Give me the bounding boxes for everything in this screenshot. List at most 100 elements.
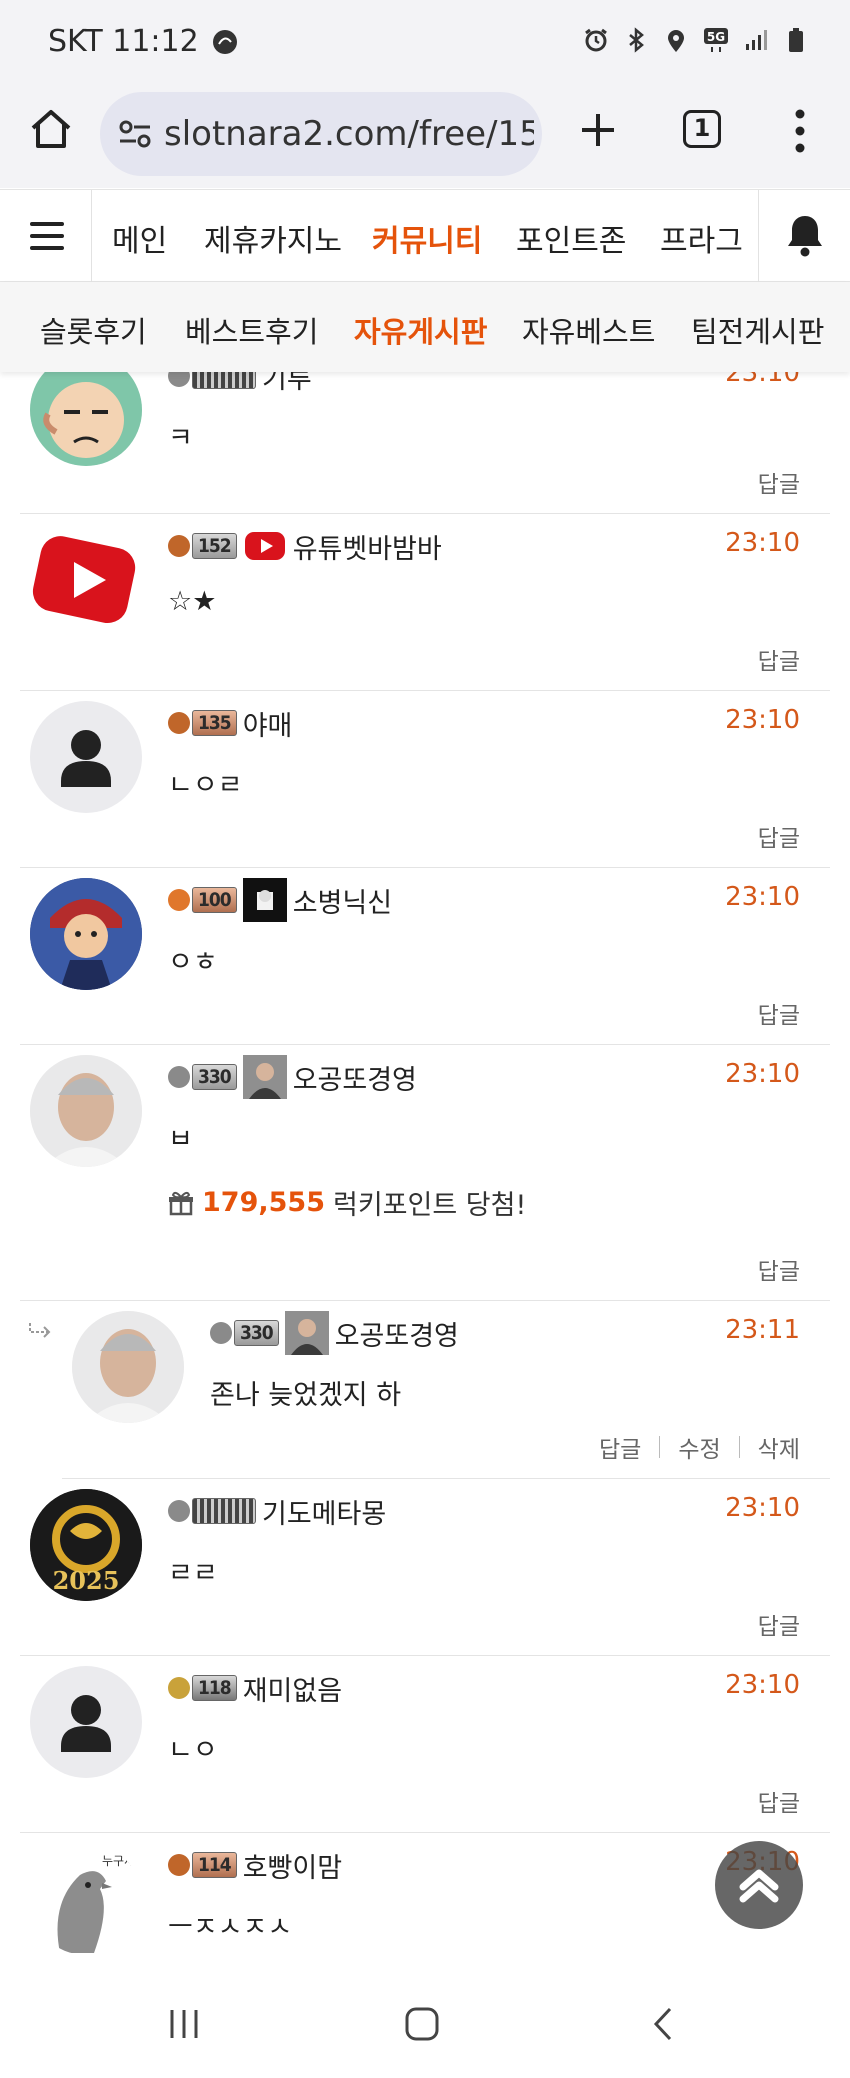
comment-nickname[interactable]: 재미없음 (243, 1669, 342, 1708)
level-emblem-icon (168, 1066, 190, 1088)
comment-nickname[interactable]: 유튜벳바밤바 (293, 527, 442, 566)
comment-meta: 330 오공또경영 (210, 1311, 459, 1355)
comment-actions: 답글 (758, 1252, 800, 1286)
new-tab-icon[interactable] (578, 110, 618, 150)
reply-button[interactable]: 답글 (758, 996, 800, 1030)
avatar[interactable] (30, 878, 142, 990)
nav-item-point-zone[interactable]: 포인트존 (516, 216, 626, 260)
comment-nickname[interactable]: 야매 (243, 704, 293, 743)
level-number: 100 (192, 887, 237, 913)
hamburger-line (30, 222, 64, 226)
level-emblem-icon (168, 712, 190, 734)
level-number: 330 (234, 1320, 279, 1346)
comment-body: ㄴㅇ (168, 1735, 218, 1766)
comment-meta: 기도메타몽 (168, 1491, 386, 1531)
reply-arrow-icon (29, 1323, 51, 1338)
comment-body: ㅂ (168, 1124, 193, 1155)
avatar-pigeon-icon: 누구세요 (30, 1843, 142, 1955)
more-menu-icon[interactable] (790, 108, 810, 154)
notification-button[interactable] (758, 190, 850, 282)
svg-text:2025: 2025 (53, 1566, 120, 1595)
tab-best-review[interactable]: 베스트후기 (185, 309, 318, 351)
recent-apps-icon[interactable] (166, 2006, 202, 2042)
tab-free-board[interactable]: 자유게시판 (354, 309, 487, 351)
nav-item-main[interactable]: 메인 (112, 216, 167, 260)
hamburger-menu-button[interactable] (0, 190, 92, 282)
avatar[interactable] (30, 372, 142, 466)
location-icon (668, 30, 684, 52)
level-emblem-icon (168, 1677, 190, 1699)
nav-item-community[interactable]: 커뮤니티 (372, 216, 482, 260)
comment-nickname[interactable]: 호빵이맘 (243, 1846, 342, 1885)
tab-switcher-button[interactable]: 1 (683, 110, 721, 148)
comment-nickname[interactable]: 기도메타몽 (262, 1492, 386, 1531)
reply-button[interactable]: 답글 (758, 642, 800, 676)
level-badge: 114 (168, 1847, 237, 1883)
comment-body: ㅇㅎ (168, 947, 218, 978)
comment-nickname[interactable]: 소병닉신 (293, 881, 392, 920)
avatar[interactable] (30, 1666, 142, 1778)
reply-button[interactable]: 답글 (758, 465, 800, 499)
comment-actions: 답글 (758, 1784, 800, 1818)
reply-button[interactable]: 답글 (758, 1607, 800, 1641)
level-emblem-icon (168, 372, 190, 387)
level-badge (168, 1493, 256, 1529)
blob-icon (212, 29, 237, 54)
nav-item-partner-casino[interactable]: 제휴카지노 (204, 216, 342, 260)
comment-list: 기루 23:10 ㅋ 답글 152 유튜벳바밤바 23:10 ☆★ 답글 135… (0, 372, 850, 1976)
comment-meta: 330 오공또경영 (168, 1055, 417, 1099)
reply-button[interactable]: 답글 (758, 819, 800, 853)
home-icon[interactable] (28, 106, 74, 152)
level-badge: 330 (210, 1315, 279, 1351)
avatar[interactable] (30, 1055, 142, 1167)
chevron-up-icon (739, 1869, 779, 1903)
tab-team-board[interactable]: 팀전게시판 (691, 309, 824, 351)
edit-button[interactable]: 수정 (678, 1430, 720, 1464)
avatar[interactable] (30, 701, 142, 813)
nav-item-praga[interactable]: 프라그 (660, 216, 743, 260)
comment-nickname[interactable]: 오공또경영 (293, 1058, 417, 1097)
address-bar[interactable]: slotnara2.com/free/157 (100, 92, 542, 176)
comment-body: 존나 늦었겠지 하 (210, 1380, 402, 1411)
comment-nickname[interactable]: 기루 (262, 372, 312, 396)
avatar[interactable]: 2025 (30, 1489, 142, 1601)
scroll-to-top-button[interactable] (715, 1841, 803, 1929)
avatar[interactable]: 누구세요 (30, 1843, 142, 1955)
site-settings-icon[interactable] (118, 119, 152, 149)
tab-slot-review[interactable]: 슬롯후기 (40, 309, 147, 351)
5g-icon: 5G (704, 28, 728, 52)
reply-button[interactable]: 답글 (599, 1430, 641, 1464)
reply-button[interactable]: 답글 (758, 1784, 800, 1818)
level-number: 135 (192, 710, 237, 736)
level-number: 152 (192, 533, 237, 559)
comment-meta: 135 야매 (168, 703, 292, 743)
reply-button[interactable]: 답글 (758, 1252, 800, 1286)
avatar[interactable] (72, 1311, 184, 1423)
level-number: 118 (192, 1675, 237, 1701)
avatar-gold-snake-2025-icon: 2025 (30, 1489, 142, 1601)
level-badge: 100 (168, 882, 237, 918)
level-emblem-icon (168, 1854, 190, 1876)
board-sub-nav: 슬롯후기 베스트후기 자유게시판 자유베스트 팀전게시판 (0, 282, 850, 372)
avatar[interactable] (30, 524, 142, 636)
tab-free-best[interactable]: 자유베스트 (522, 309, 655, 351)
comment-nickname[interactable]: 오공또경영 (335, 1314, 459, 1353)
level-number: 114 (192, 1852, 237, 1878)
level-number (192, 372, 256, 389)
lucky-point-notice: 179,555 럭키포인트 당첨! (168, 1183, 526, 1222)
comment-actions: 답글 (758, 819, 800, 853)
delete-button[interactable]: 삭제 (758, 1430, 800, 1464)
avatar-anime-character-icon (30, 878, 142, 990)
level-badge: 152 (168, 528, 237, 564)
back-nav-icon[interactable] (646, 2006, 682, 2042)
home-nav-icon[interactable] (404, 2006, 440, 2042)
url-text[interactable]: slotnara2.com/free/157 (164, 114, 534, 154)
comment-meta: 기루 (168, 372, 312, 396)
avatar-cartoon-face-icon (30, 372, 142, 466)
youtube-badge-icon (244, 532, 285, 560)
comment-item: 118 재미없음 23:10 ㄴㅇ 답글 (20, 1656, 830, 1833)
comment-body: ㅋ (168, 423, 193, 454)
battery-icon (789, 28, 803, 52)
comment-meta: 152 유튜벳바밤바 (168, 526, 442, 566)
level-emblem-icon (168, 1500, 190, 1522)
